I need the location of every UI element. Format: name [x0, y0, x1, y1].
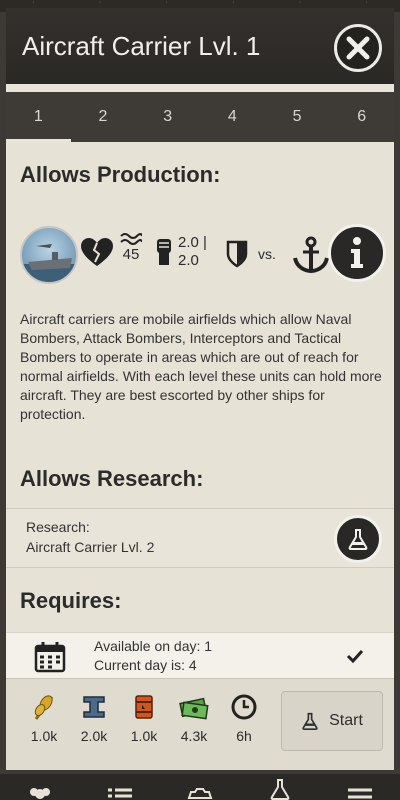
cost-oil: 1.0k	[122, 693, 166, 744]
allows-production-heading: Allows Production:	[20, 162, 221, 187]
health-stat	[80, 238, 114, 268]
flask-icon	[302, 712, 318, 730]
unit-description: Aircraft carriers are mobile airfields w…	[20, 311, 382, 422]
versus-label: vs.	[258, 246, 276, 262]
flask-icon	[270, 779, 290, 800]
cost-money-value: 4.3k	[180, 728, 208, 744]
close-button[interactable]	[334, 24, 382, 72]
speed-value: 45	[122, 246, 140, 263]
requirement-row: Available on day: 1 Current day is: 4	[6, 632, 394, 678]
modal-content: Allows Production: 45 2.0 | 2.0 vs. Airc…	[6, 142, 394, 678]
research-label: Research:	[26, 519, 90, 535]
fist-icon	[157, 239, 171, 265]
unit-stats-row: 45 2.0 | 2.0 vs.	[20, 224, 392, 284]
available-day-text: Available on day: 1	[94, 638, 213, 654]
tab-level-3[interactable]: 3	[135, 92, 200, 142]
tab-level-6[interactable]: 6	[329, 92, 394, 142]
cost-grain: 1.0k	[22, 693, 66, 744]
vehicle-icon	[187, 788, 213, 799]
money-icon	[179, 697, 209, 720]
flask-icon	[348, 529, 368, 550]
cost-footer: 1.0k 2.0k 1.0k 4.3k 6h Start	[6, 678, 394, 770]
start-button-label: Start	[329, 712, 363, 729]
cost-steel: 2.0k	[72, 693, 116, 744]
cost-money: 4.3k	[172, 693, 216, 744]
defense-stat: vs.	[226, 240, 276, 268]
cost-time: 6h	[222, 693, 266, 744]
research-row: Research: Aircraft Carrier Lvl. 2	[6, 508, 394, 568]
start-button[interactable]: Start	[281, 691, 383, 751]
tab-level-4[interactable]: 4	[200, 92, 265, 142]
nav-research[interactable]	[265, 778, 295, 800]
people-icon	[30, 788, 50, 799]
steel-icon	[83, 696, 105, 718]
attack-stat: 2.0 | 2.0	[154, 234, 207, 270]
research-button[interactable]	[334, 515, 382, 563]
clock-icon	[231, 694, 257, 720]
research-item: Aircraft Carrier Lvl. 2	[26, 539, 155, 555]
menu-icon	[348, 788, 372, 799]
nav-list[interactable]	[105, 778, 135, 800]
cost-grain-value: 1.0k	[30, 728, 58, 744]
requires-heading: Requires:	[20, 588, 122, 613]
check-icon	[346, 649, 364, 663]
tab-level-5[interactable]: 5	[265, 92, 330, 142]
bottom-nav	[0, 774, 400, 800]
modal-header: Aircraft Carrier Lvl. 1	[6, 8, 394, 84]
info-button[interactable]	[328, 224, 386, 282]
cost-oil-value: 1.0k	[130, 728, 158, 744]
nav-population[interactable]	[25, 778, 55, 800]
tab-level-1[interactable]: 1	[6, 92, 71, 142]
calendar-icon	[34, 642, 66, 673]
grain-icon	[34, 695, 54, 720]
broken-heart-icon	[81, 238, 113, 266]
nav-units[interactable]	[185, 778, 215, 800]
info-icon	[351, 237, 363, 268]
close-icon	[346, 36, 370, 60]
naval-target-stat	[292, 236, 330, 274]
page-title: Aircraft Carrier Lvl. 1	[22, 30, 261, 61]
waves-icon	[120, 233, 142, 245]
shield-icon	[226, 240, 248, 268]
allows-research-heading: Allows Research:	[20, 466, 204, 491]
unit-detail-modal: Aircraft Carrier Lvl. 1 1 2 3 4 5 6 Allo…	[6, 8, 394, 770]
nav-menu[interactable]	[345, 778, 375, 800]
cost-steel-value: 2.0k	[80, 728, 108, 744]
level-tabs: 1 2 3 4 5 6	[6, 92, 394, 142]
oil-barrel-icon	[135, 695, 153, 719]
speed-stat: 45	[120, 232, 142, 263]
attack-value-2: 2.0	[178, 252, 199, 269]
current-day-text: Current day is: 4	[94, 657, 197, 673]
aircraft-carrier-image	[20, 226, 78, 284]
attack-value-1: 2.0 |	[178, 234, 207, 251]
anchor-icon	[293, 236, 329, 274]
list-icon	[108, 788, 132, 798]
cost-time-value: 6h	[236, 728, 252, 744]
tab-level-2[interactable]: 2	[71, 92, 136, 142]
